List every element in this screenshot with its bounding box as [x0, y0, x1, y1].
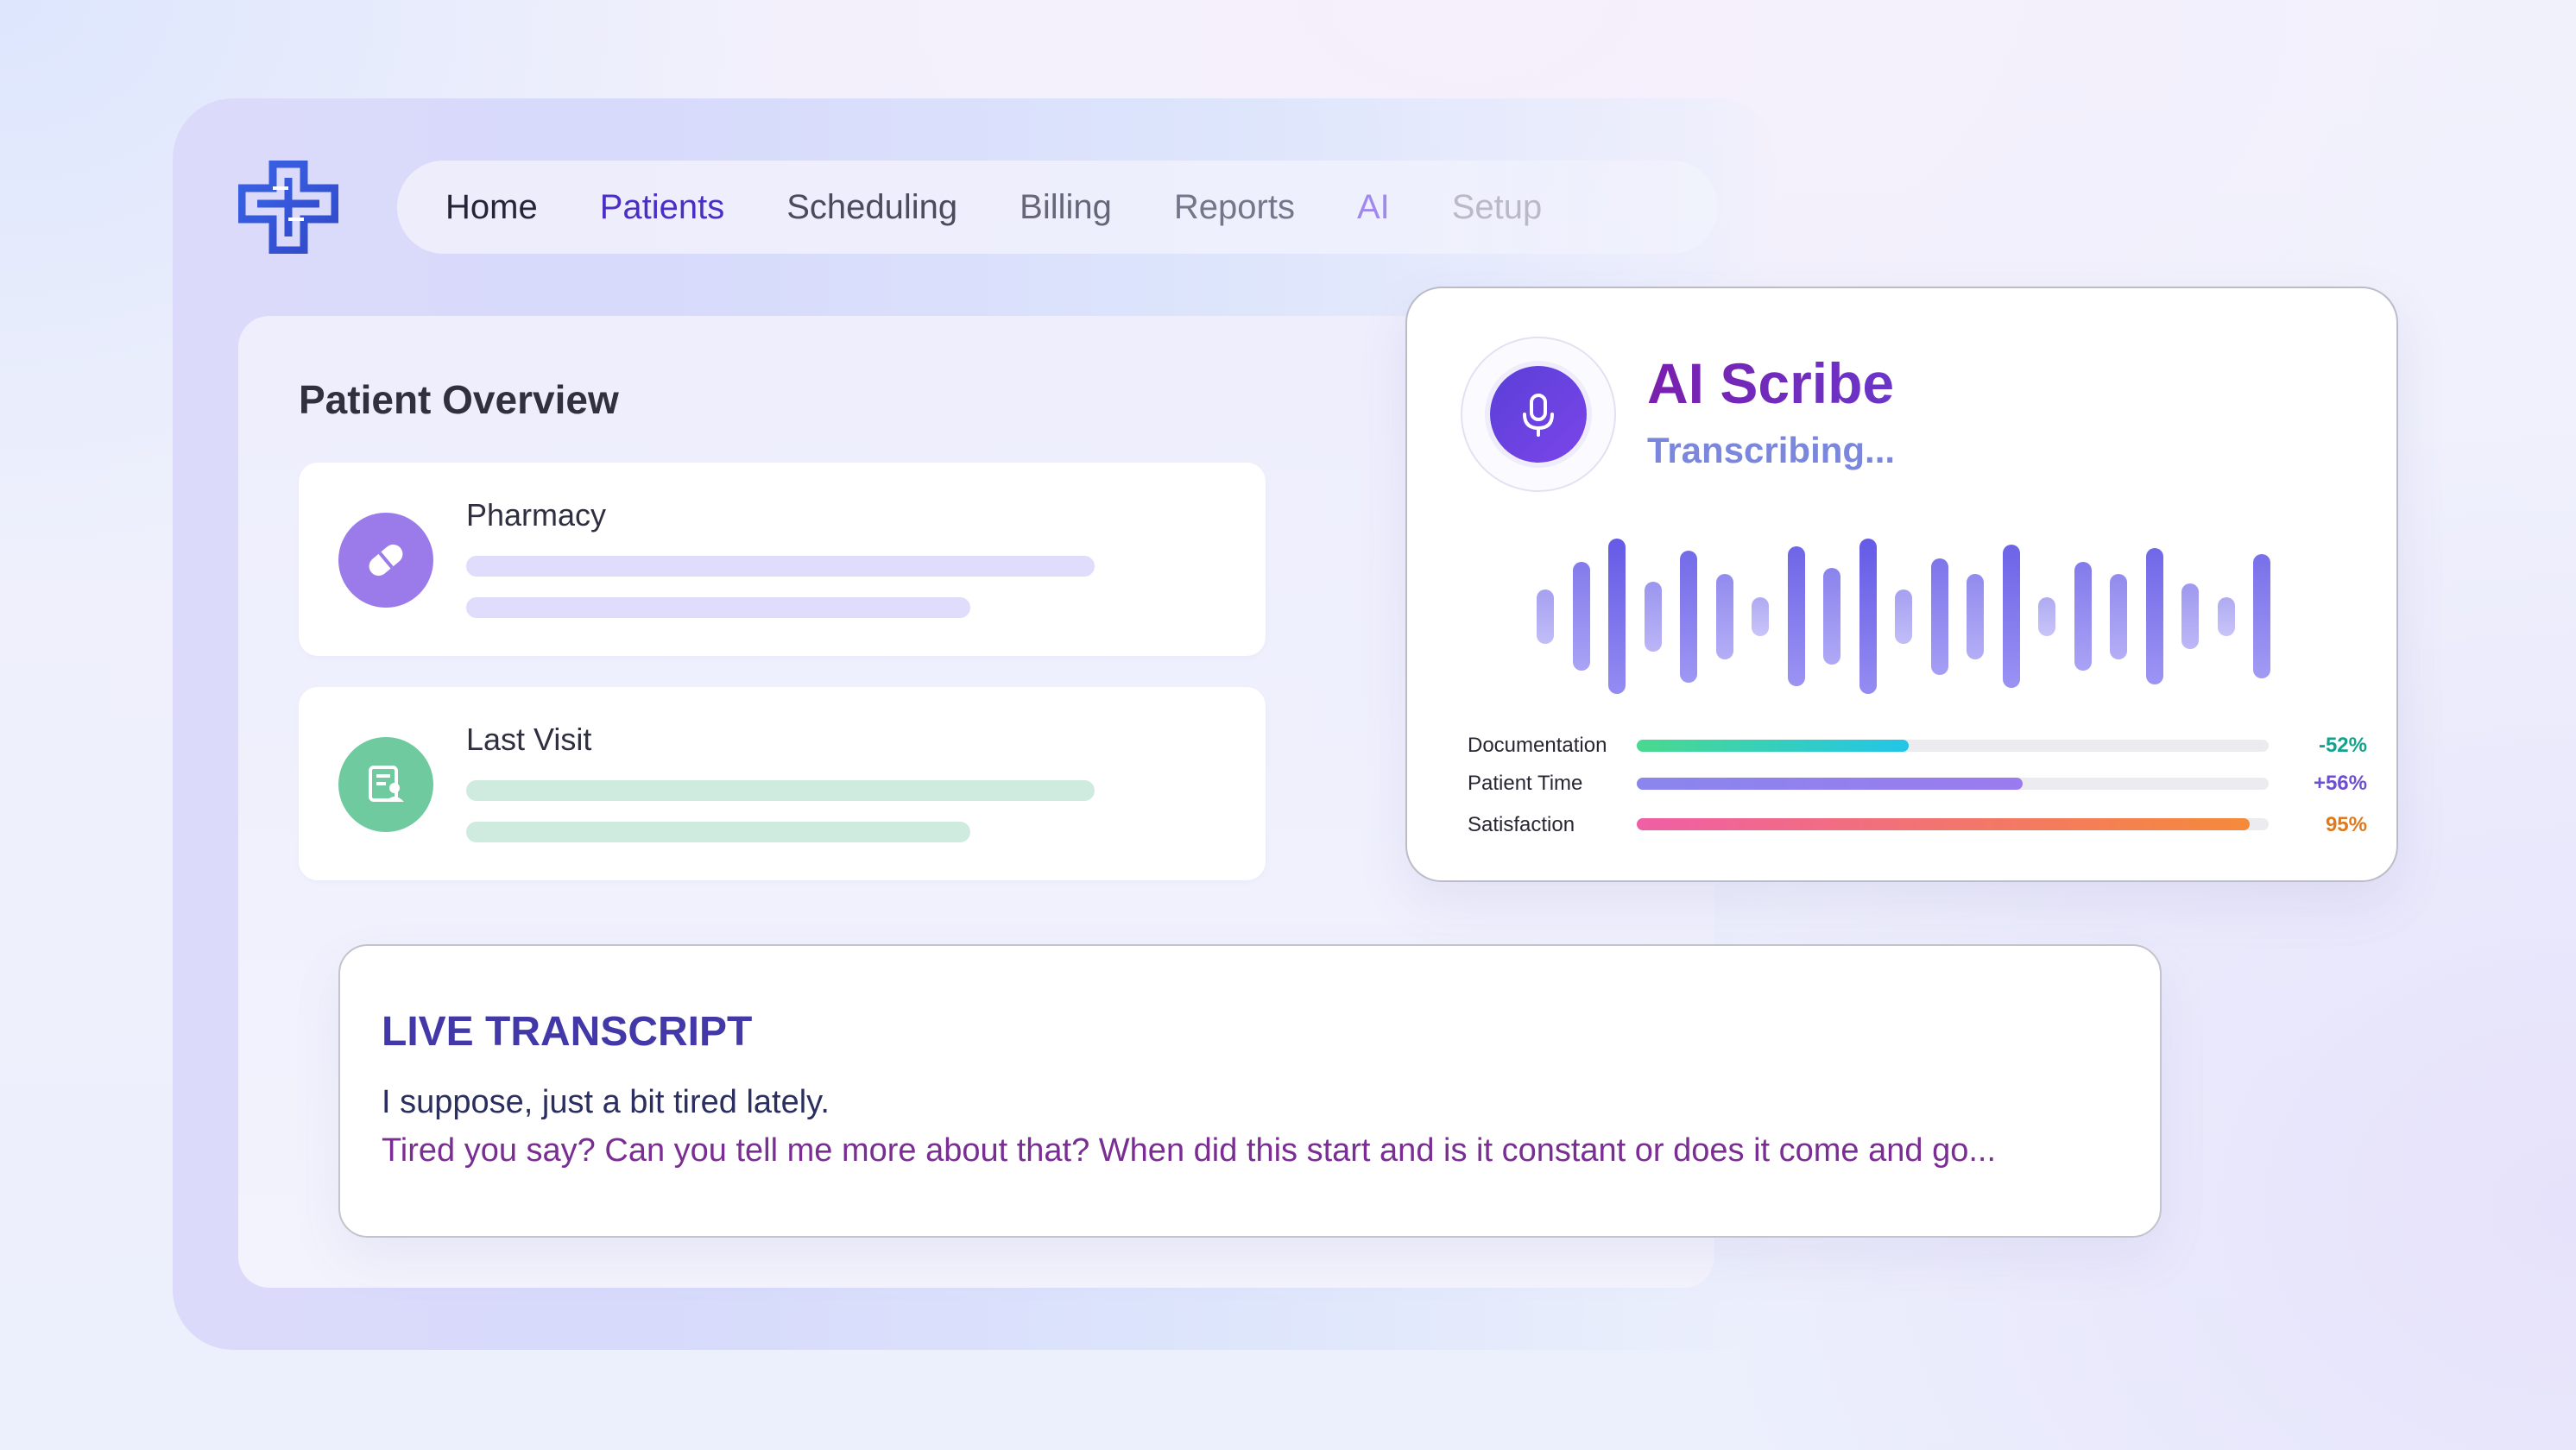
- placeholder-line: [466, 822, 970, 842]
- medical-record-icon: [338, 737, 433, 832]
- metric-bar-documentation: [1637, 740, 2269, 752]
- metric-value-documentation: -52%: [2318, 734, 2367, 757]
- waveform-bar: [1895, 589, 1912, 644]
- nav-item-home[interactable]: Home: [445, 188, 538, 227]
- ai-scribe-card: AI Scribe Transcribing... Documentation …: [1405, 287, 2398, 882]
- waveform-bar: [1930, 558, 1948, 675]
- waveform-bar: [1752, 596, 1769, 636]
- waveform-bar: [1859, 539, 1877, 694]
- waveform-bar: [2181, 583, 2199, 649]
- metric-fill: [1637, 740, 1909, 752]
- waveform-bar: [2253, 554, 2270, 678]
- transcript-line-patient: I suppose, just a bit tired lately.: [382, 1084, 830, 1120]
- metric-bar-satisfaction: [1637, 818, 2269, 830]
- waveform-bar: [1680, 550, 1697, 683]
- audio-waveform: [1537, 539, 2270, 694]
- nav-item-billing[interactable]: Billing: [1020, 188, 1112, 227]
- pharmacy-card[interactable]: Pharmacy: [299, 463, 1266, 656]
- waveform-bar: [1715, 573, 1733, 659]
- metric-label-satisfaction: Satisfaction: [1468, 813, 1575, 836]
- waveform-bar: [2002, 545, 2020, 688]
- scribe-title: AI Scribe: [1647, 351, 1895, 415]
- waveform-bar: [1537, 589, 1554, 644]
- metric-value-patient-time: +56%: [2313, 772, 2367, 795]
- waveform-bar: [1644, 581, 1662, 652]
- medical-cross-logo[interactable]: [237, 160, 339, 255]
- waveform-bar: [1572, 562, 1590, 671]
- nav-item-scheduling[interactable]: Scheduling: [786, 188, 957, 227]
- waveform-bar: [2145, 547, 2163, 685]
- waveform-bar: [2074, 562, 2092, 671]
- microphone-button[interactable]: [1490, 366, 1587, 463]
- metric-bar-patient-time: [1637, 778, 2269, 790]
- pill-icon: [338, 513, 433, 608]
- metric-label-documentation: Documentation: [1468, 734, 1607, 757]
- waveform-bar: [1608, 539, 1626, 694]
- live-transcript-card: LIVE TRANSCRIPT I suppose, just a bit ti…: [338, 944, 2162, 1238]
- nav-item-reports[interactable]: Reports: [1174, 188, 1295, 227]
- metric-fill: [1637, 778, 2023, 790]
- transcript-title: LIVE TRANSCRIPT: [382, 1009, 753, 1055]
- waveform-bar: [1967, 573, 1984, 659]
- waveform-bar: [2217, 596, 2235, 636]
- top-navigation: Home Patients Scheduling Billing Reports…: [397, 161, 1718, 254]
- microphone-icon: [1523, 394, 1554, 437]
- nav-item-setup[interactable]: Setup: [1452, 188, 1543, 227]
- last-visit-card[interactable]: Last Visit: [299, 687, 1266, 880]
- scribe-status: Transcribing...: [1647, 430, 1896, 470]
- card-title: Last Visit: [466, 722, 592, 757]
- transcript-line-clinician: Tired you say? Can you tell me more abou…: [382, 1132, 1997, 1169]
- placeholder-line: [466, 780, 1095, 801]
- nav-item-ai[interactable]: AI: [1357, 188, 1390, 227]
- page-title: Patient Overview: [299, 377, 619, 422]
- metric-label-patient-time: Patient Time: [1468, 772, 1583, 795]
- placeholder-line: [466, 556, 1095, 577]
- placeholder-line: [466, 597, 970, 618]
- waveform-bar: [2110, 573, 2127, 659]
- metric-fill: [1637, 818, 2251, 830]
- waveform-bar: [2038, 596, 2055, 636]
- card-title: Pharmacy: [466, 497, 607, 533]
- metric-value-satisfaction: 95%: [2325, 813, 2367, 836]
- microphone-button-ring: [1461, 337, 1616, 492]
- waveform-bar: [1823, 568, 1840, 665]
- waveform-bar: [1787, 546, 1805, 686]
- nav-item-patients[interactable]: Patients: [600, 188, 725, 227]
